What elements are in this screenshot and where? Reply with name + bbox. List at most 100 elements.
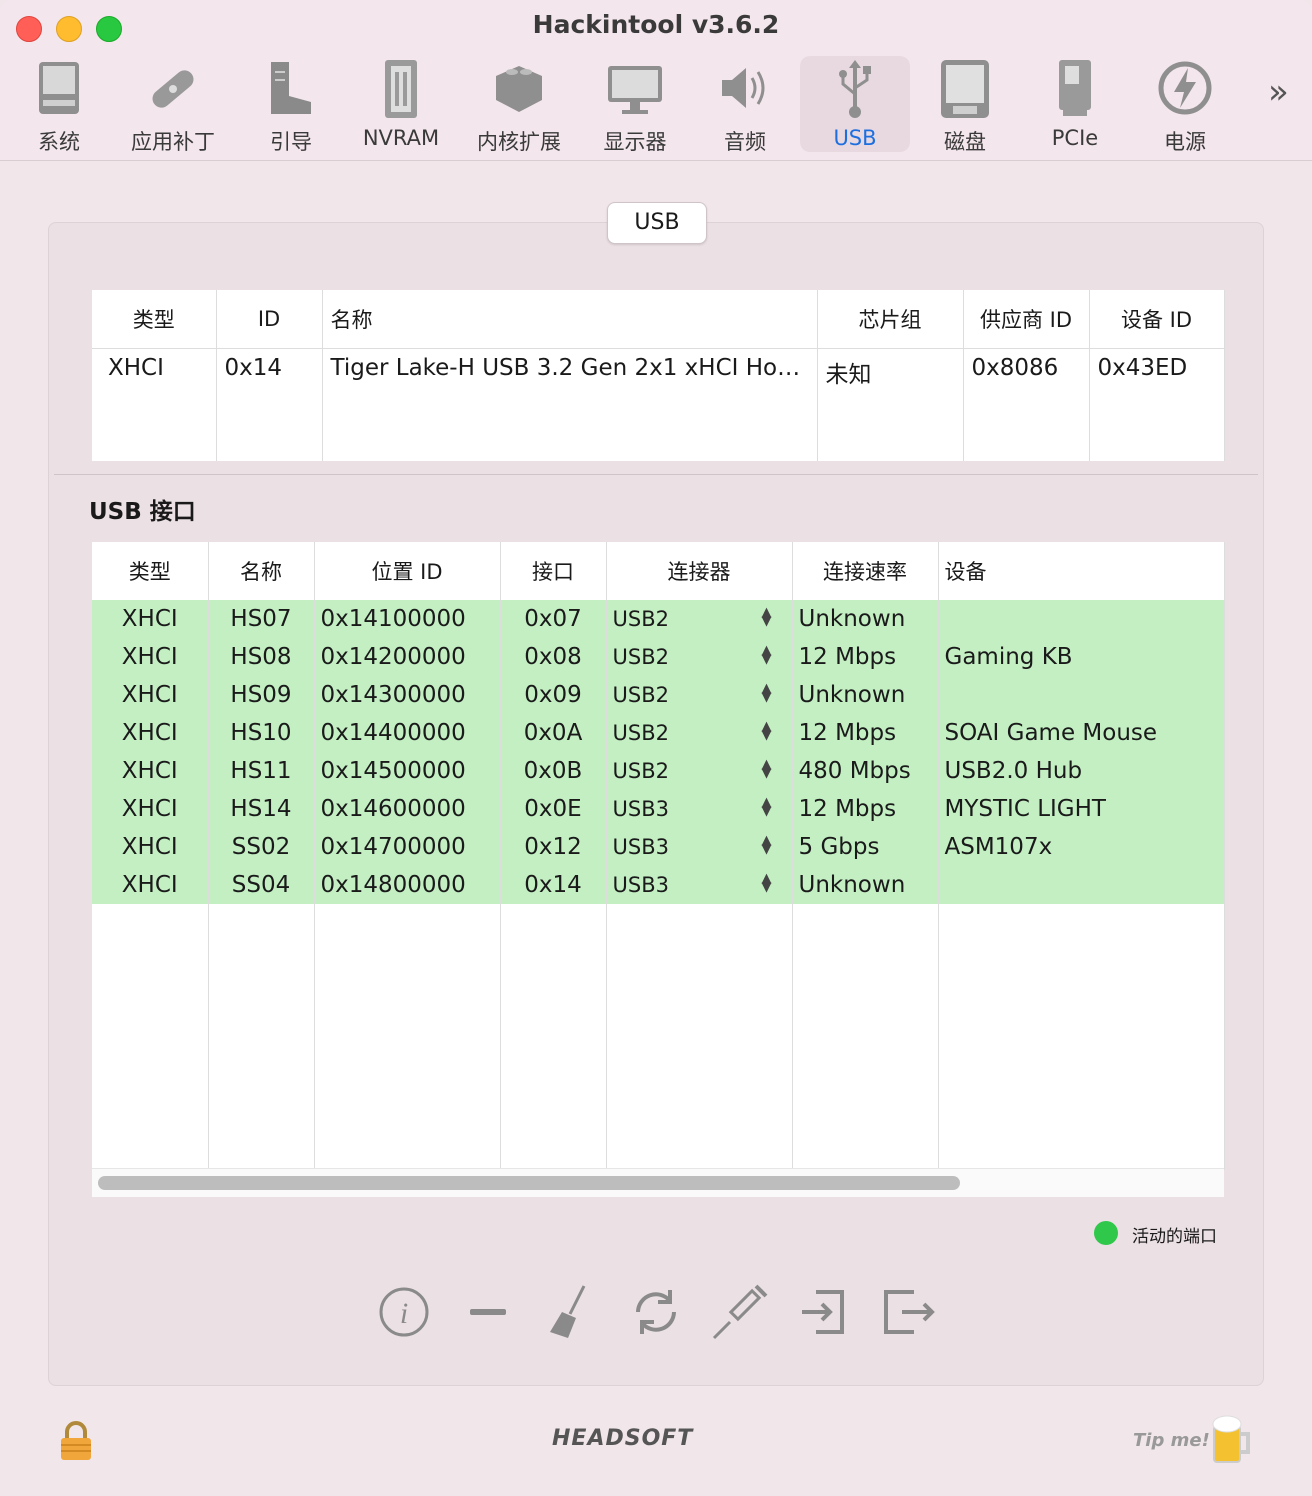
column-header[interactable]: 连接器 [606,542,793,600]
connector-popup[interactable]: USB2 ▲ ▼ [606,600,793,638]
refresh-icon [636,1290,676,1334]
connector-popup[interactable]: USB2 ▲ ▼ [606,752,793,790]
table-row[interactable]: XHCI HS10 0x14400000 0x0A USB2 ▲ ▼ 12 Mbps… [92,714,1225,752]
connector-value: USB2 [612,721,669,745]
table-cell: 0x08 [500,638,607,676]
toolbar-label: 音频 [724,130,766,154]
table-cell: 0x09 [500,676,607,714]
table-cell: 0x0A [500,714,607,752]
connector-value: USB2 [612,759,669,783]
table-cell: 0x8086 [963,348,1090,461]
table-cell: HS11 [208,752,315,790]
column-header[interactable]: 设备 [938,542,1225,600]
table-cell: SS04 [208,866,315,904]
table-cell: Unknown [792,866,939,904]
table-row[interactable]: XHCI SS04 0x14800000 0x14 USB3 ▲ ▼ Unknown [92,866,1225,904]
table-cell: XHCI [92,714,209,752]
column-header[interactable]: 连接速率 [792,542,939,600]
lock-button[interactable] [58,1420,94,1464]
toolbar-item-power[interactable]: 电源 [1130,56,1240,154]
ports-section-title: USB 接口 [89,499,196,525]
scrollbar-thumb[interactable] [98,1176,960,1190]
toolbar-item-boot[interactable]: 引导 [236,56,346,154]
table-cell: HS07 [208,600,315,638]
inject-button[interactable] [710,1282,770,1342]
table-cell: XHCI [92,638,209,676]
toolbar-label: 引导 [270,130,312,154]
toolbar-item-audio[interactable]: 音频 [690,56,800,154]
headsoft-logo[interactable]: HEADSOFT [552,1426,693,1451]
toolbar-item-usb[interactable]: USB [800,56,910,152]
table-cell: 12 Mbps [792,714,939,752]
column-header[interactable]: 供应商 ID [963,290,1090,349]
ports-table-container: 类型 名称 位置 ID 接口 连接器 连接速率 设备 XHCI HS07 0x1… [92,542,1225,1197]
column-header[interactable]: ID [216,290,323,349]
broom-icon [550,1285,586,1338]
column-header[interactable]: 名称 [322,290,818,349]
column-header[interactable]: 位置 ID [314,542,501,600]
boot-icon [271,62,311,114]
export-button[interactable] [878,1282,938,1342]
table-row[interactable]: XHCI HS07 0x14100000 0x07 USB2 ▲ ▼ Unknown [92,600,1225,638]
ports-table: 类型 名称 位置 ID 接口 连接器 连接速率 设备 XHCI HS07 0x1… [92,542,1225,1170]
table-cell: 0x0E [500,790,607,828]
pcie-card-icon [1059,60,1091,116]
table-row[interactable]: XHCI HS08 0x14200000 0x08 USB2 ▲ ▼ 12 Mbps… [92,638,1225,676]
horizontal-scrollbar[interactable] [92,1168,1224,1197]
connector-popup[interactable]: USB3 ▲ ▼ [606,790,793,828]
tip-button[interactable] [1210,1412,1254,1468]
syringe-icon [712,1284,768,1340]
info-button[interactable]: i [374,1282,434,1342]
connector-value: USB3 [612,873,669,897]
table-cell: HS08 [208,638,315,676]
connector-popup[interactable]: USB3 ▲ ▼ [606,828,793,866]
chevron-up-down-icon: ▲ ▼ [761,833,772,857]
import-button[interactable] [794,1282,854,1342]
column-header[interactable]: 设备 ID [1089,290,1225,349]
toolbar-item-nvram[interactable]: NVRAM [346,56,456,152]
chevron-up-down-icon: ▲ ▼ [761,719,772,743]
toolbar-item-patch[interactable]: 应用补丁 [118,56,228,154]
table-cell: 0x14 [216,348,323,461]
toolbar-label: 显示器 [603,130,667,154]
column-header[interactable]: 接口 [500,542,607,600]
window-title: Hackintool v3.6.2 [532,10,780,39]
toolbar-item-pcie[interactable]: PCIe [1020,56,1130,152]
power-icon [1158,61,1212,115]
table-cell: 0x14500000 [314,752,501,790]
toolbar-label: PCIe [1051,126,1099,150]
table-row[interactable]: XHCI HS11 0x14500000 0x0B USB2 ▲ ▼ 480 Mbp… [92,752,1225,790]
table-row[interactable]: XHCI 0x14 Tiger Lake-H USB 3.2 Gen 2x1 x… [92,348,1225,461]
table-row[interactable]: XHCI HS14 0x14600000 0x0E USB3 ▲ ▼ 12 Mbps… [92,790,1225,828]
toolbar-item-display[interactable]: 显示器 [580,56,690,154]
connector-value: USB2 [612,607,669,631]
remove-button[interactable] [458,1282,518,1342]
toolbar-label: 应用补丁 [131,130,215,154]
table-cell: 0x43ED [1089,348,1225,461]
connector-popup[interactable]: USB2 ▲ ▼ [606,676,793,714]
connector-popup[interactable]: USB2 ▲ ▼ [606,714,793,752]
svg-text:i: i [400,1297,408,1330]
column-header[interactable]: 类型 [92,542,209,600]
tab-usb[interactable]: USB [607,202,707,244]
toolbar-item-kext[interactable]: 内核扩展 [464,56,574,154]
table-cell: 12 Mbps [792,638,939,676]
connector-popup[interactable]: USB2 ▲ ▼ [606,638,793,676]
connector-value: USB2 [612,645,669,669]
table-cell: XHCI [92,866,209,904]
connector-popup[interactable]: USB3 ▲ ▼ [606,866,793,904]
column-header[interactable]: 类型 [92,290,217,349]
column-header[interactable]: 芯片组 [817,290,964,349]
table-row[interactable]: XHCI SS02 0x14700000 0x12 USB3 ▲ ▼ 5 Gbps … [92,828,1225,866]
table-row[interactable]: XHCI HS09 0x14300000 0x09 USB2 ▲ ▼ Unknown [92,676,1225,714]
toolbar-overflow-button[interactable]: » [1268,72,1289,112]
toolbar-item-system[interactable]: 系统 [4,56,114,154]
export-icon [884,1290,935,1334]
refresh-button[interactable] [626,1282,686,1342]
tip-link[interactable]: Tip me! [1133,1430,1210,1451]
chevron-up-down-icon: ▲ ▼ [761,871,772,895]
column-header[interactable]: 名称 [208,542,315,600]
toolbar-item-disk[interactable]: 磁盘 [910,56,1020,154]
clear-button[interactable] [540,1282,600,1342]
connector-value: USB2 [612,683,669,707]
